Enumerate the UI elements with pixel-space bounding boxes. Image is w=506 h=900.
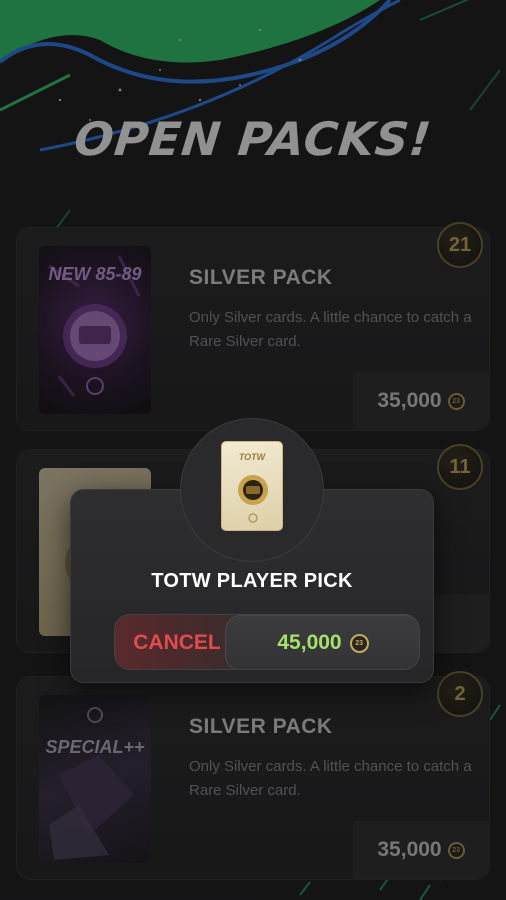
dialog-pack-image: TOTW [221, 441, 283, 531]
dialog-title: TOTW PLAYER PICK [151, 570, 353, 592]
buy-button[interactable]: 45,000 23 [225, 615, 419, 669]
cancel-label: CANCEL [133, 631, 221, 654]
cancel-button[interactable]: CANCEL [115, 615, 239, 669]
dialog-button-group: CANCEL 45,000 23 [114, 614, 420, 670]
coin-icon: 23 [349, 633, 369, 653]
buy-price: 45,000 [277, 631, 342, 654]
dialog-pack-art-label: TOTW [238, 452, 266, 462]
